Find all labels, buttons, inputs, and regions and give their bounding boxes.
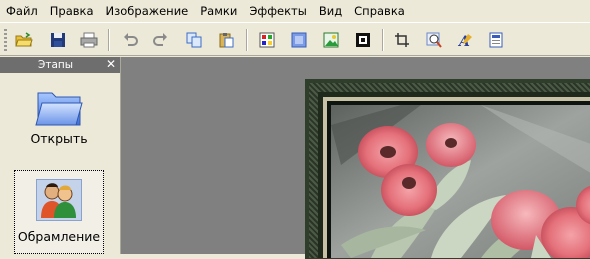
open-folder-icon[interactable] bbox=[14, 30, 34, 50]
menu-file[interactable]: Файл bbox=[0, 0, 44, 22]
image-icon[interactable] bbox=[321, 30, 341, 50]
people-icon bbox=[36, 179, 82, 221]
steps-panel-title: Этапы bbox=[38, 59, 74, 71]
caption-icon[interactable] bbox=[486, 30, 506, 50]
text-icon[interactable]: A bbox=[455, 30, 475, 50]
crop-icon[interactable] bbox=[392, 30, 412, 50]
open-folder-icon bbox=[35, 92, 83, 126]
close-icon[interactable]: ✕ bbox=[106, 56, 116, 72]
menu-edit[interactable]: Правка bbox=[44, 0, 100, 22]
step-frame-button[interactable]: Обрамление bbox=[14, 170, 104, 254]
fill-icon[interactable] bbox=[289, 30, 309, 50]
toolbar-separator bbox=[246, 29, 248, 51]
toolbar: A bbox=[0, 22, 590, 56]
steps-panel-header: Этапы ✕ bbox=[0, 57, 120, 73]
step-open-button[interactable]: Открыть bbox=[14, 85, 104, 157]
menu-bar: Файл Правка Изображение Рамки Эффекты Ви… bbox=[0, 0, 590, 22]
poppy-painting bbox=[331, 105, 590, 258]
step-open-label: Открыть bbox=[30, 131, 88, 146]
toolbar-separator bbox=[108, 29, 110, 51]
zoom-icon[interactable] bbox=[424, 30, 444, 50]
step-frame-label: Обрамление bbox=[17, 229, 101, 244]
menu-effects[interactable]: Эффекты bbox=[243, 0, 313, 22]
menu-image[interactable]: Изображение bbox=[100, 0, 195, 22]
print-icon[interactable] bbox=[79, 30, 99, 50]
toolbar-separator bbox=[382, 29, 384, 51]
frame-icon[interactable] bbox=[353, 30, 373, 50]
color-palette-icon[interactable] bbox=[257, 30, 277, 50]
menu-view[interactable]: Вид bbox=[313, 0, 348, 22]
undo-icon[interactable] bbox=[120, 30, 140, 50]
menu-frames[interactable]: Рамки bbox=[194, 0, 243, 22]
copy-icon[interactable] bbox=[184, 30, 204, 50]
menu-help[interactable]: Справка bbox=[348, 0, 411, 22]
steps-panel: Этапы ✕ Открыть Обрамление bbox=[0, 57, 121, 254]
save-icon[interactable] bbox=[48, 30, 68, 50]
paste-icon[interactable] bbox=[216, 30, 236, 50]
toolbar-grip[interactable] bbox=[4, 29, 7, 51]
redo-icon[interactable] bbox=[151, 30, 171, 50]
